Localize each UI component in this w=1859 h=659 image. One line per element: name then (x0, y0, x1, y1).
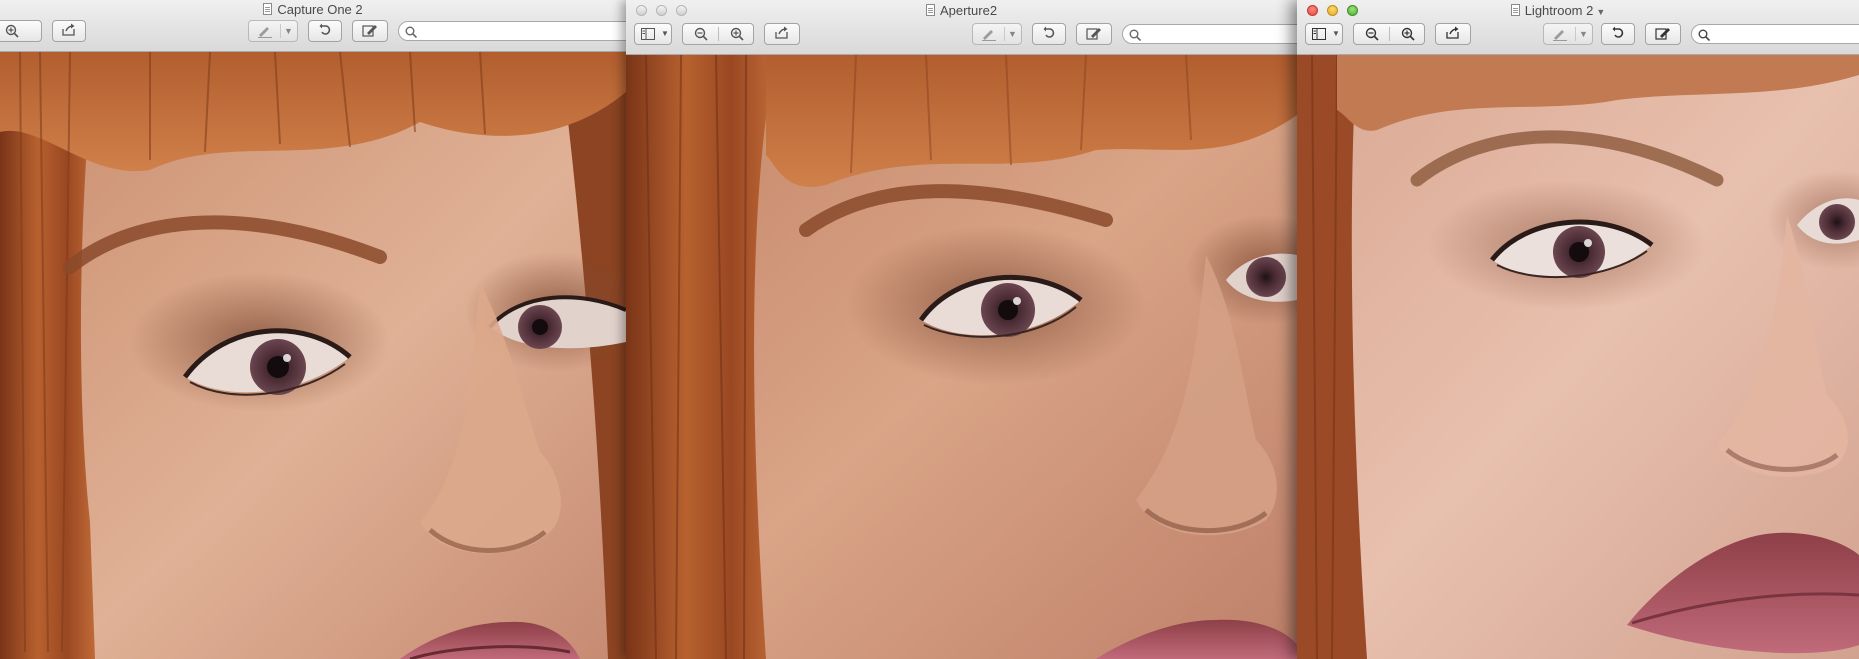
search-icon (1129, 28, 1142, 46)
zoom-in-button[interactable] (0, 20, 42, 42)
edit-button[interactable] (1645, 23, 1681, 45)
rotate-icon (319, 23, 331, 40)
document-icon (1510, 4, 1520, 16)
edit-icon (1655, 26, 1671, 43)
share-button[interactable] (52, 20, 86, 42)
window-toolbar: Capture One 2 ▼ (0, 0, 626, 52)
rotate-icon (1043, 26, 1055, 43)
portrait-image (0, 52, 626, 659)
window-title[interactable]: Lightroom 2 ▼ (1297, 3, 1859, 19)
search-field[interactable] (398, 21, 626, 41)
chevron-down-icon: ▼ (661, 29, 669, 38)
window-title: Capture One 2 (0, 2, 626, 18)
rotate-icon (1612, 26, 1624, 43)
photo-view (626, 55, 1297, 659)
annotate-icon (257, 24, 273, 41)
document-icon (263, 3, 273, 15)
annotate-button[interactable]: ▼ (1543, 23, 1593, 45)
preview-window-aperture: Aperture2 ▼ ▼ (626, 0, 1297, 659)
preview-window-capture-one: Capture One 2 ▼ (0, 0, 626, 659)
chevron-down-icon: ▼ (284, 26, 293, 36)
share-button[interactable] (1435, 23, 1471, 45)
share-icon (61, 23, 77, 39)
search-input[interactable] (1143, 27, 1297, 41)
edit-button[interactable] (352, 20, 388, 42)
search-input[interactable] (1712, 27, 1859, 41)
chevron-down-icon: ▼ (1008, 29, 1017, 39)
preview-window-lightroom: Lightroom 2 ▼ ▼ ▼ (1297, 0, 1859, 659)
edit-button[interactable] (1076, 23, 1112, 45)
chevron-down-icon: ▼ (1596, 7, 1606, 17)
search-input[interactable] (419, 24, 626, 38)
window-toolbar: Aperture2 ▼ ▼ (626, 0, 1297, 55)
search-field[interactable] (1122, 24, 1297, 44)
edit-icon (362, 23, 378, 40)
search-icon (405, 25, 418, 43)
zoom-out-icon[interactable] (1365, 27, 1379, 44)
portrait-image (1297, 55, 1859, 659)
search-icon (1698, 28, 1711, 46)
zoom-in-icon[interactable] (730, 27, 744, 44)
photo-view (0, 52, 626, 659)
portrait-image (626, 55, 1297, 659)
chevron-down-icon: ▼ (1579, 29, 1588, 39)
chevron-down-icon: ▼ (1332, 29, 1340, 38)
zoom-out-icon[interactable] (694, 27, 708, 44)
edit-icon (1086, 26, 1102, 43)
document-icon (925, 4, 935, 16)
annotate-icon (1552, 27, 1568, 44)
zoom-in-icon (5, 24, 19, 41)
share-icon (774, 26, 790, 42)
sidebar-toggle-icon (641, 28, 655, 43)
window-toolbar: Lightroom 2 ▼ ▼ ▼ (1297, 0, 1859, 55)
window-title: Aperture2 (626, 3, 1297, 19)
photo-view (1297, 55, 1859, 659)
sidebar-toggle-button[interactable]: ▼ (1305, 23, 1343, 45)
zoom-controls (1353, 23, 1425, 45)
share-icon (1445, 26, 1461, 42)
annotate-button[interactable]: ▼ (248, 20, 298, 42)
zoom-in-icon[interactable] (1401, 27, 1415, 44)
sidebar-toggle-button[interactable]: ▼ (634, 23, 672, 45)
sidebar-toggle-icon (1312, 28, 1326, 43)
rotate-button[interactable] (1032, 23, 1066, 45)
rotate-button[interactable] (1601, 23, 1635, 45)
annotate-icon (981, 27, 997, 44)
annotate-button[interactable]: ▼ (972, 23, 1022, 45)
rotate-button[interactable] (308, 20, 342, 42)
zoom-controls (682, 23, 754, 45)
share-button[interactable] (764, 23, 800, 45)
search-field[interactable] (1691, 24, 1859, 44)
